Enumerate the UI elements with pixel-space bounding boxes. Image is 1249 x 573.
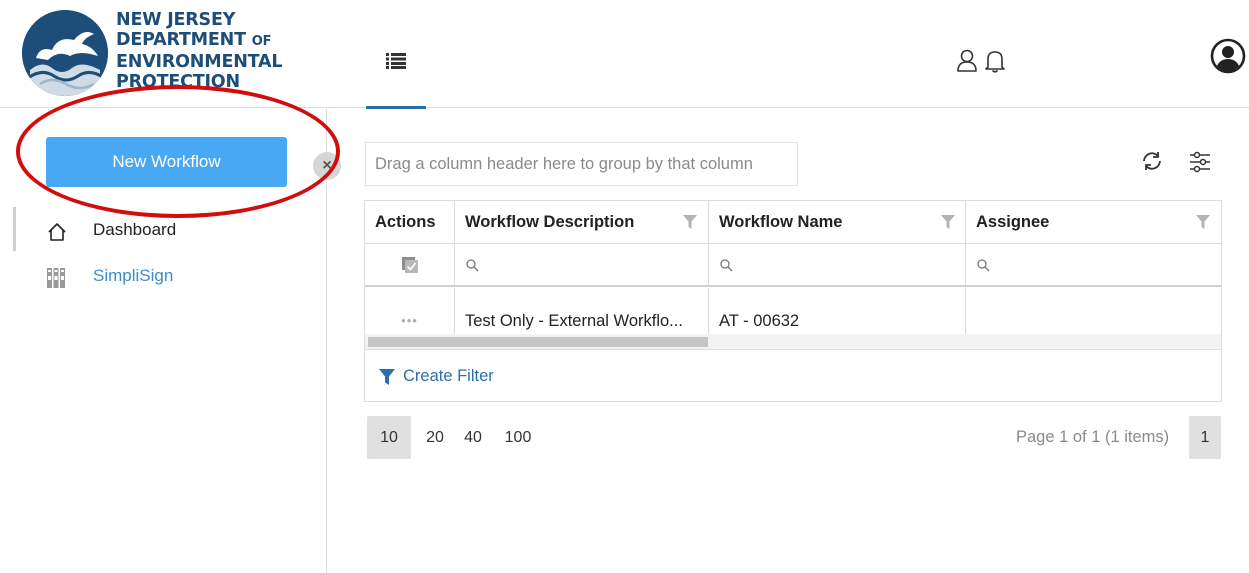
bell-icon[interactable]: [984, 49, 1006, 73]
njdep-logo[interactable]: NEW JERSEY DEPARTMENT OF ENVIRONMENTAL P…: [22, 8, 283, 100]
sidebar-item-label: Dashboard: [93, 220, 177, 239]
select-all-cell: [365, 244, 455, 285]
njdep-seal-icon: [22, 10, 108, 96]
grid-filter-row: [365, 244, 1221, 287]
logo-line-3: ENVIRONMENTAL: [116, 52, 283, 72]
filter-input-name[interactable]: [709, 244, 966, 285]
select-all-checkbox-icon[interactable]: [402, 257, 418, 273]
horizontal-scrollbar[interactable]: [365, 334, 1221, 350]
sidebar: New Workflow × Dashboard SimpliSign: [0, 109, 341, 573]
page-size-40[interactable]: 40: [458, 416, 488, 459]
column-header-assignee[interactable]: Assignee: [966, 201, 1221, 243]
logo-line-1: NEW JERSEY: [116, 10, 236, 30]
logo-line-2-small: OF: [251, 34, 272, 49]
group-by-panel[interactable]: Drag a column header here to group by th…: [365, 142, 798, 186]
page-button-1[interactable]: 1: [1189, 416, 1221, 459]
filter-funnel-icon: [379, 369, 395, 385]
column-filter-icon[interactable]: [941, 215, 955, 229]
filter-input-assignee[interactable]: [966, 244, 1221, 285]
create-filter-label: Create Filter: [403, 367, 494, 385]
search-icon: [977, 259, 990, 272]
user-icon[interactable]: [956, 49, 978, 73]
search-icon: [720, 259, 733, 272]
page-info: Page 1 of 1 (1 items): [1016, 428, 1170, 446]
logo-line-4: PROTECTION: [116, 72, 240, 92]
refresh-icon[interactable]: [1141, 150, 1163, 172]
column-header-label: Workflow Name: [719, 213, 843, 231]
column-header-label: Assignee: [976, 213, 1050, 231]
column-header-workflow-name[interactable]: Workflow Name: [709, 201, 966, 243]
workflow-grid: Actions Workflow Description Workflow Na…: [364, 200, 1222, 402]
home-icon: [48, 223, 66, 241]
sidebar-item-label: SimpliSign: [93, 266, 174, 285]
grid-header-row: Actions Workflow Description Workflow Na…: [365, 201, 1221, 244]
logo-line-2: DEPARTMENT: [116, 30, 246, 50]
column-filter-icon[interactable]: [1196, 215, 1210, 229]
column-header-actions[interactable]: Actions: [365, 201, 455, 243]
menu-toggle-button[interactable]: [366, 0, 426, 109]
page-size-100[interactable]: 100: [497, 416, 539, 459]
active-tab-indicator: [366, 106, 426, 109]
filter-input-description[interactable]: [455, 244, 709, 285]
sidebar-item-simplisign[interactable]: SimpliSign: [0, 261, 327, 295]
simplisign-icon: [47, 268, 65, 288]
page-size-10[interactable]: 10: [367, 416, 411, 459]
menu-list-icon: [386, 53, 406, 69]
scrollbar-thumb[interactable]: [368, 337, 708, 347]
active-item-bar: [13, 207, 16, 251]
collapse-sidebar-button[interactable]: ×: [313, 152, 341, 180]
column-settings-icon[interactable]: [1188, 150, 1212, 174]
search-icon: [466, 259, 479, 272]
new-workflow-button[interactable]: New Workflow: [46, 137, 287, 187]
column-filter-icon[interactable]: [683, 215, 697, 229]
page-size-20[interactable]: 20: [420, 416, 450, 459]
avatar-icon[interactable]: [1210, 38, 1246, 74]
column-header-workflow-description[interactable]: Workflow Description: [455, 201, 709, 243]
top-header: NEW JERSEY DEPARTMENT OF ENVIRONMENTAL P…: [0, 0, 1249, 109]
sidebar-item-dashboard[interactable]: Dashboard: [0, 207, 327, 251]
column-header-label: Workflow Description: [465, 213, 635, 231]
